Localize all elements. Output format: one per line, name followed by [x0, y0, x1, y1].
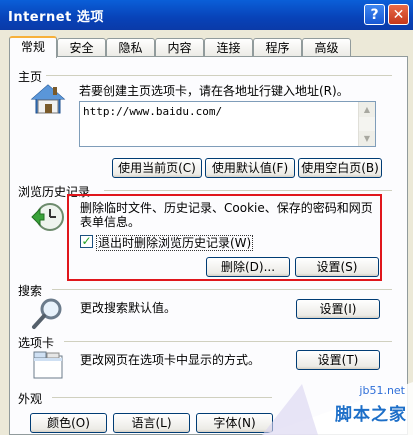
use-blank-button[interactable]: 使用空白页(B): [298, 158, 382, 178]
delete-on-exit-checkbox[interactable]: ✓: [80, 235, 93, 248]
house-icon: [30, 82, 66, 116]
scroll-up-icon[interactable]: ▲: [359, 102, 375, 117]
homepage-instruction: 若要创建主页选项卡，请在各地址行键入地址(R)。: [79, 84, 349, 98]
colors-button[interactable]: 颜色(O): [30, 413, 107, 433]
delete-on-exit-label[interactable]: 退出时删除浏览历史记录(W): [96, 235, 254, 251]
watermark-url: jb51.net: [359, 384, 405, 397]
tabs-divider: [64, 341, 392, 342]
tab-advanced[interactable]: 高级: [302, 38, 351, 56]
scroll-down-icon[interactable]: ▼: [359, 131, 375, 146]
site-watermark: jb51.net 脚本之家: [262, 382, 413, 435]
appearance-group-label: 外观: [18, 392, 43, 406]
tab-security[interactable]: 安全: [57, 38, 106, 56]
search-settings-button[interactable]: 设置(I): [296, 299, 380, 319]
homepage-divider: [46, 75, 392, 76]
window-title: Internet 选项: [8, 10, 104, 25]
tabs-settings-button[interactable]: 设置(T): [296, 350, 380, 370]
url-scrollbar[interactable]: ▲ ▼: [358, 102, 375, 146]
search-description: 更改搜索默认值。: [80, 301, 177, 315]
title-bar: Internet 选项 ? ✕: [0, 0, 413, 30]
history-description-line1: 删除临时文件、历史记录、Cookie、保存的密码和网页: [80, 201, 373, 215]
tab-general[interactable]: 常规: [9, 36, 57, 58]
tab-privacy[interactable]: 隐私: [106, 38, 155, 56]
history-settings-button[interactable]: 设置(S): [295, 257, 379, 277]
clock-arrow-icon: [30, 200, 66, 234]
close-button[interactable]: ✕: [388, 4, 409, 25]
help-button[interactable]: ?: [364, 4, 385, 25]
history-divider: [104, 190, 392, 191]
homepage-url-field[interactable]: http://www.baidu.com/ ▲ ▼: [79, 101, 376, 147]
tab-connections[interactable]: 连接: [204, 38, 253, 56]
delete-history-button[interactable]: 删除(D)...: [206, 257, 290, 277]
tabs-description: 更改网页在选项卡中显示的方式。: [80, 353, 261, 367]
homepage-url-value: http://www.baidu.com/: [83, 105, 223, 118]
use-default-button[interactable]: 使用默认值(F): [205, 158, 295, 178]
tab-window-icon: [30, 348, 66, 382]
appearance-divider: [52, 397, 272, 398]
history-description-line2: 表单信息。: [80, 215, 141, 229]
watermark-text: 脚本之家: [335, 405, 407, 425]
use-current-button[interactable]: 使用当前页(C): [112, 158, 202, 178]
tab-programs[interactable]: 程序: [253, 38, 302, 56]
languages-button[interactable]: 语言(L): [113, 413, 190, 433]
magnifier-icon: [30, 296, 66, 330]
tab-content[interactable]: 内容: [155, 38, 204, 56]
search-divider: [52, 289, 392, 290]
